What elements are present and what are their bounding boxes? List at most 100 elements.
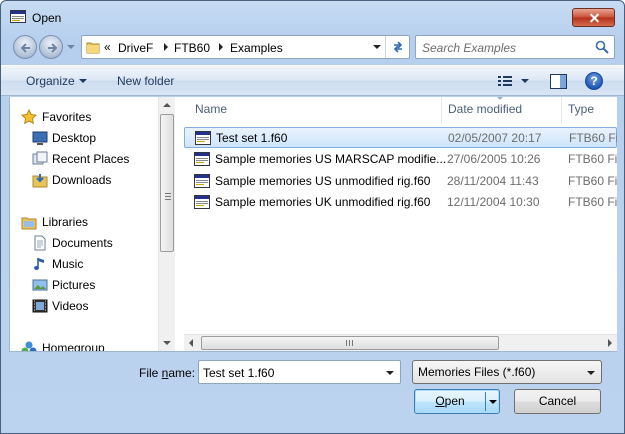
- address-dropdown-icon[interactable]: [373, 45, 381, 49]
- horizontal-scroll-thumb[interactable]: [201, 336, 499, 350]
- f60-file-icon: [194, 195, 210, 209]
- organize-dropdown-icon[interactable]: [79, 79, 87, 83]
- file-name-dropdown-icon[interactable]: [386, 371, 394, 375]
- nav-music-label: Music: [52, 257, 84, 271]
- homegroup-icon: [21, 341, 37, 351]
- file-row[interactable]: Test set 1.f60 02/05/2007 20:17 FTB60 Fi…: [184, 127, 617, 148]
- app-icon: [10, 10, 26, 23]
- refresh-icon: [393, 41, 403, 53]
- recent-pages-dropdown-icon[interactable]: [67, 45, 75, 50]
- new-folder-button[interactable]: New folder: [117, 74, 174, 88]
- column-divider[interactable]: [561, 97, 562, 124]
- scroll-up-arrow-icon[interactable]: [163, 103, 171, 107]
- scroll-right-arrow-icon[interactable]: [608, 339, 612, 347]
- grip-icon: [165, 193, 171, 200]
- star-icon: [21, 109, 37, 125]
- file-row[interactable]: Sample memories UK unmodified rig.f60 12…: [184, 192, 617, 213]
- views-icon[interactable]: [497, 74, 513, 88]
- column-header: Name Date modified Type: [184, 97, 617, 124]
- file-name: Sample memories UK unmodified rig.f60: [215, 195, 431, 209]
- title-bar[interactable]: Open: [1, 1, 624, 31]
- file-date: 02/05/2007 20:17: [448, 131, 542, 145]
- breadcrumb-examples[interactable]: Examples: [230, 41, 283, 55]
- window-title: Open: [32, 11, 62, 25]
- nav-favorites-label: Favorites: [42, 110, 92, 124]
- nav-libraries-label: Libraries: [42, 215, 89, 229]
- search-input[interactable]: [422, 40, 592, 55]
- nav-homegroup[interactable]: Homegroup: [10, 338, 150, 351]
- refresh-button[interactable]: [385, 36, 409, 58]
- nav-desktop-label: Desktop: [52, 131, 97, 145]
- nav-desktop[interactable]: Desktop: [10, 128, 150, 148]
- videos-icon: [32, 299, 48, 313]
- search-box[interactable]: [415, 35, 615, 59]
- column-type[interactable]: Type: [568, 102, 594, 116]
- desktop-icon: [32, 131, 48, 145]
- open-options-dropdown-icon[interactable]: [489, 400, 497, 404]
- scroll-left-arrow-icon[interactable]: [189, 339, 193, 347]
- open-button[interactable]: Open: [414, 389, 500, 414]
- nav-videos-label: Videos: [52, 299, 89, 313]
- scroll-down-arrow-icon[interactable]: [163, 341, 171, 345]
- cancel-button[interactable]: Cancel: [514, 389, 601, 414]
- nav-recent-places-label: Recent Places: [52, 152, 130, 166]
- column-name[interactable]: Name: [195, 102, 227, 116]
- f60-file-icon: [194, 174, 210, 188]
- forward-button[interactable]: [39, 35, 63, 59]
- organize-button[interactable]: Organize: [26, 74, 75, 88]
- file-date: 28/11/2004 11:43: [447, 174, 539, 188]
- preview-pane-icon[interactable]: [550, 74, 567, 89]
- file-name-input[interactable]: [203, 365, 373, 380]
- nav-videos[interactable]: Videos: [10, 296, 150, 316]
- file-name-combobox[interactable]: [198, 360, 401, 384]
- horizontal-scrollbar[interactable]: [184, 334, 617, 351]
- content-area: Favorites Desktop Recent Places Download…: [9, 97, 617, 352]
- column-date-modified[interactable]: Date modified: [448, 102, 522, 116]
- folder-icon: [86, 42, 100, 54]
- file-row[interactable]: Sample memories US unmodified rig.f60 28…: [184, 171, 617, 192]
- file-type-filter-select[interactable]: Memories Files (*.f60): [412, 360, 602, 384]
- nav-downloads[interactable]: Downloads: [10, 170, 150, 190]
- file-type: FTB60 File: [569, 131, 617, 145]
- navigation-scroll-thumb[interactable]: [160, 114, 174, 252]
- nav-libraries[interactable]: Libraries: [10, 212, 150, 232]
- nav-favorites[interactable]: Favorites: [10, 107, 150, 127]
- views-dropdown-icon[interactable]: [521, 79, 529, 83]
- breadcrumb-overflow[interactable]: «: [104, 40, 111, 54]
- breadcrumb-ftb60[interactable]: FTB60: [174, 41, 210, 55]
- nav-documents[interactable]: Documents: [10, 233, 150, 253]
- file-date: 27/06/2005 10:26: [447, 152, 541, 166]
- address-bar[interactable]: « DriveF FTB60 Examples: [81, 35, 410, 59]
- file-row[interactable]: Sample memories US MARSCAP modifie... 27…: [184, 149, 617, 170]
- nav-homegroup-label: Homegroup: [42, 341, 105, 351]
- search-icon[interactable]: [595, 40, 609, 54]
- navigation-scrollbar[interactable]: [158, 97, 175, 351]
- nav-music[interactable]: Music: [10, 254, 150, 274]
- music-icon: [34, 258, 44, 270]
- navigation-pane: Favorites Desktop Recent Places Download…: [10, 97, 175, 351]
- file-type: FTB60 File: [568, 152, 617, 166]
- nav-downloads-label: Downloads: [52, 173, 112, 187]
- pane-splitter[interactable]: [175, 97, 184, 351]
- file-name-label: File name:: [139, 366, 195, 380]
- close-button[interactable]: [572, 8, 615, 27]
- recent-places-icon: [32, 151, 48, 165]
- file-name: Test set 1.f60: [216, 131, 288, 145]
- breadcrumb-drivef[interactable]: DriveF: [118, 41, 153, 55]
- file-list-pane: Name Date modified Type Test set 1.f60 0…: [184, 97, 617, 351]
- filter-dropdown-icon[interactable]: [587, 371, 595, 375]
- help-icon[interactable]: ?: [585, 72, 603, 90]
- open-dialog-window: Open « DriveF FTB60 Examples Search Exam…: [0, 0, 625, 434]
- breadcrumb-separator-icon[interactable]: [164, 43, 168, 51]
- column-divider[interactable]: [441, 97, 442, 124]
- back-button[interactable]: [13, 35, 37, 59]
- breadcrumb-separator-icon[interactable]: [219, 43, 223, 51]
- command-bar: Organize New folder ?: [1, 65, 624, 96]
- back-arrow-icon: [20, 43, 30, 53]
- nav-documents-label: Documents: [52, 236, 113, 250]
- nav-pictures[interactable]: Pictures: [10, 275, 150, 295]
- open-button-label[interactable]: Open: [415, 390, 485, 413]
- nav-recent-places[interactable]: Recent Places: [10, 149, 150, 169]
- downloads-icon: [32, 174, 48, 188]
- file-name-label-prefix: File: [139, 366, 162, 380]
